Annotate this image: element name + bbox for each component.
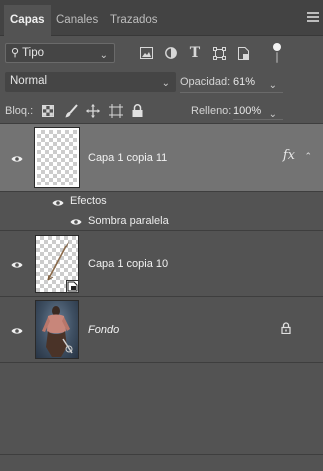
chevron-down-icon: ⌄ bbox=[268, 80, 277, 91]
lock-row: Bloq.: Relleno: 100% ⌄ bbox=[0, 98, 323, 124]
panel-menu-icon[interactable] bbox=[307, 12, 319, 23]
opacity-field[interactable]: 61% ⌄ bbox=[233, 72, 283, 92]
figure-graphic bbox=[42, 306, 73, 357]
opacity-value: 61% bbox=[233, 76, 256, 88]
type-filter-icon[interactable]: T bbox=[188, 45, 202, 61]
effects-label: Efectos bbox=[70, 195, 107, 207]
effects-fx-icon[interactable]: fx bbox=[283, 148, 295, 163]
background-photo-thumbnail bbox=[35, 300, 79, 359]
layer-name: Capa 1 copia 10 bbox=[88, 258, 169, 270]
adjustment-filter-icon[interactable] bbox=[164, 46, 178, 60]
fill-field[interactable]: 100% ⌄ bbox=[233, 101, 283, 121]
lock-image-pixels-icon[interactable] bbox=[64, 103, 78, 118]
effect-item-drop-shadow[interactable]: Sombra paralela bbox=[0, 211, 323, 231]
filter-toggle-icon[interactable] bbox=[272, 42, 282, 64]
filter-kind-label: Tipo bbox=[22, 47, 45, 59]
visibility-eye-icon[interactable] bbox=[11, 326, 23, 334]
effects-row[interactable]: Efectos bbox=[0, 192, 323, 211]
chevron-down-icon: ⌄ bbox=[161, 78, 170, 89]
shape-filter-icon[interactable] bbox=[212, 46, 226, 60]
fill-underline bbox=[233, 119, 283, 120]
collapse-effects-icon[interactable]: ⌃ bbox=[304, 151, 312, 162]
blend-mode-value: Normal bbox=[10, 75, 48, 87]
layer-thumbnail bbox=[34, 127, 80, 188]
opacity-underline bbox=[180, 92, 283, 93]
search-icon: ⚲ bbox=[11, 47, 20, 59]
filter-kind-select[interactable]: ⚲ Tipo ⌄ bbox=[5, 43, 115, 63]
effect-name: Sombra paralela bbox=[88, 215, 169, 227]
lock-label: Bloq.: bbox=[5, 105, 34, 117]
layers-list: Capa 1 copia 11 fx ⌃ Efectos Sombra para… bbox=[0, 124, 323, 392]
visibility-eye-icon[interactable] bbox=[52, 198, 64, 206]
lock-transparent-pixels-icon[interactable] bbox=[41, 104, 54, 117]
lock-all-icon[interactable] bbox=[131, 103, 143, 118]
tab-channels[interactable]: Canales bbox=[50, 5, 104, 36]
filter-row: ⚲ Tipo ⌄ T bbox=[0, 36, 323, 70]
layer-thumbnail bbox=[35, 235, 79, 293]
tab-layers[interactable]: Capas bbox=[4, 5, 51, 36]
fill-value: 100% bbox=[233, 105, 262, 117]
lock-artboard-icon[interactable] bbox=[109, 103, 123, 118]
layer-lock-icon bbox=[280, 321, 291, 335]
chevron-down-icon: ⌄ bbox=[99, 50, 108, 61]
layer-row[interactable]: Capa 1 copia 11 fx ⌃ bbox=[0, 124, 323, 192]
layers-empty-area bbox=[0, 392, 323, 471]
panel-footer-divider bbox=[0, 454, 323, 455]
visibility-eye-icon[interactable] bbox=[70, 217, 82, 225]
layer-row[interactable]: Capa 1 copia 10 bbox=[0, 232, 323, 297]
opacity-label: Opacidad: bbox=[180, 76, 231, 88]
layer-name: Capa 1 copia 11 bbox=[88, 152, 168, 164]
fill-label: Relleno: bbox=[191, 105, 232, 117]
smart-object-filter-icon[interactable] bbox=[237, 46, 249, 60]
visibility-eye-icon[interactable] bbox=[11, 260, 23, 268]
layer-row[interactable]: Fondo bbox=[0, 297, 323, 363]
smart-object-badge-icon bbox=[66, 280, 79, 293]
lock-position-icon[interactable] bbox=[86, 103, 100, 118]
layer-name: Fondo bbox=[88, 324, 120, 336]
panel-tab-bar: Capas Canales Trazados bbox=[0, 0, 323, 36]
blend-mode-select[interactable]: Normal ⌄ bbox=[5, 72, 176, 92]
visibility-eye-icon[interactable] bbox=[11, 154, 23, 162]
chevron-down-icon: ⌄ bbox=[268, 109, 277, 120]
image-filter-icon[interactable] bbox=[139, 46, 153, 60]
tab-paths[interactable]: Trazados bbox=[104, 5, 164, 36]
